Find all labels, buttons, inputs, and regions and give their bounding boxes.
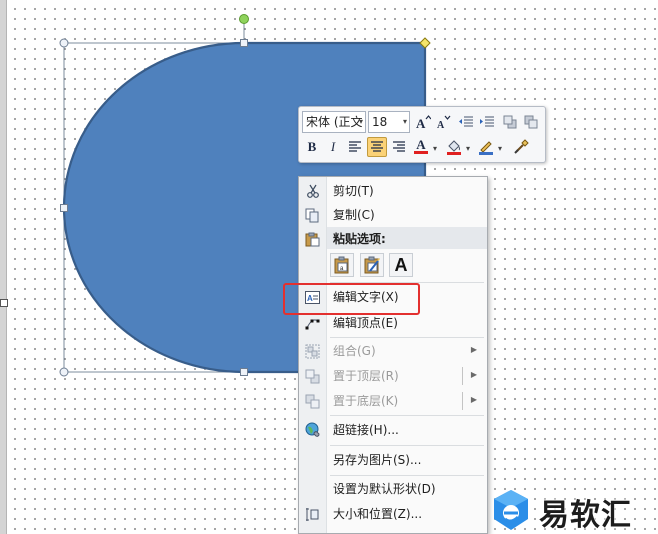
shrink-font-icon: A	[437, 115, 451, 130]
rotation-handle	[239, 14, 249, 24]
font-size-value: 18	[372, 115, 388, 129]
font-name-value: 宋体 (正文	[306, 115, 363, 129]
font-name-select[interactable]: 宋体 (正文 ▾	[302, 111, 366, 133]
menu-item-paste-options: 粘贴选项:	[299, 227, 487, 251]
paste-keep-text-only-button[interactable]: A	[389, 253, 413, 277]
menu-item-label: 置于顶层(R)	[333, 369, 399, 383]
menu-item-label: 另存为图片(S)...	[333, 453, 422, 467]
bring-forward-button[interactable]	[500, 112, 520, 132]
menu-item-copy[interactable]: 复制(C)	[299, 203, 487, 227]
submenu-divider	[462, 392, 463, 410]
italic-button[interactable]: I	[323, 137, 343, 157]
mini-toolbar: 宋体 (正文 ▾ 18 ▾ A A B I A ▾ ▾ ▾	[298, 106, 546, 163]
menu-item-label: 编辑顶点(E)	[333, 316, 398, 330]
menu-item-bring-to-front[interactable]: 置于顶层(R) ▶	[299, 364, 487, 388]
menu-item-partial[interactable]	[299, 527, 487, 533]
chevron-down-icon: ▾	[402, 117, 407, 126]
align-right-button[interactable]	[389, 137, 409, 157]
edit-points-icon	[304, 315, 321, 331]
paste-keep-source-formatting-button[interactable]	[360, 253, 384, 277]
context-menu: 剪切(T) 复制(C) 粘贴选项: a A A 编辑文字(X) 编辑顶点(E)	[298, 176, 488, 534]
align-right-icon	[393, 141, 405, 152]
submenu-arrow-icon: ▶	[470, 345, 477, 354]
paste-options-label: 粘贴选项:	[333, 232, 386, 246]
chevron-down-icon[interactable]: ▾	[466, 144, 470, 153]
menu-separator	[330, 445, 484, 446]
resize-handle-left	[60, 204, 68, 212]
bring-to-front-icon	[304, 368, 321, 384]
format-painter-icon	[514, 139, 529, 154]
send-backward-button[interactable]	[521, 112, 541, 132]
increase-indent-icon	[480, 116, 494, 127]
fill-color-button[interactable]	[444, 137, 464, 157]
bold-button[interactable]: B	[302, 137, 322, 157]
send-to-back-icon	[304, 393, 321, 409]
increase-indent-button[interactable]	[477, 112, 497, 132]
decrease-indent-icon	[459, 116, 473, 127]
resize-handle-bottom-left	[59, 367, 69, 377]
watermark: 易软汇	[489, 486, 658, 534]
svg-text:A: A	[416, 116, 426, 130]
chevron-down-icon[interactable]: ▾	[433, 144, 437, 153]
decrease-indent-button[interactable]	[456, 112, 476, 132]
paint-bucket-icon	[447, 140, 461, 155]
menu-item-cut[interactable]: 剪切(T)	[299, 179, 487, 203]
font-color-button[interactable]: A	[411, 136, 431, 156]
menu-item-hyperlink[interactable]: 超链接(H)...	[299, 418, 487, 442]
clipboard-icon	[304, 231, 321, 247]
paste-use-destination-theme-button[interactable]: a	[330, 253, 354, 277]
menu-item-label: 置于底层(K)	[333, 394, 399, 408]
align-left-icon	[349, 141, 361, 152]
grow-font-button[interactable]: A	[413, 112, 433, 132]
align-center-button[interactable]	[367, 137, 387, 157]
menu-separator	[330, 415, 484, 416]
menu-item-send-to-back[interactable]: 置于底层(K) ▶	[299, 389, 487, 413]
align-left-button[interactable]	[345, 137, 365, 157]
menu-item-size-position[interactable]: 大小和位置(Z)...	[299, 502, 487, 526]
resize-handle-bottom	[240, 368, 248, 376]
grow-font-icon: A	[416, 115, 431, 130]
watermark-logo-icon	[494, 490, 528, 530]
submenu-divider	[462, 367, 463, 385]
submenu-arrow-icon: ▶	[470, 370, 477, 379]
menu-item-save-as-picture[interactable]: 另存为图片(S)...	[299, 448, 487, 472]
paste-source-format-icon	[364, 256, 380, 274]
resize-handle-top	[240, 39, 248, 47]
menu-item-label: 设置为默认形状(D)	[333, 482, 436, 496]
menu-item-label: 复制(C)	[333, 208, 375, 222]
scissors-icon	[304, 183, 321, 199]
menu-separator	[330, 337, 484, 338]
size-position-icon	[304, 506, 321, 522]
menu-item-label: 组合(G)	[333, 344, 376, 358]
pen-icon	[479, 141, 493, 155]
bring-forward-icon	[503, 115, 517, 129]
line-color-button[interactable]	[476, 137, 496, 157]
send-backward-icon	[524, 115, 538, 129]
svg-text:A: A	[437, 120, 445, 130]
format-painter-button[interactable]	[511, 137, 531, 157]
align-center-icon	[371, 141, 383, 152]
chevron-down-icon[interactable]: ▾	[498, 144, 502, 153]
menu-separator	[330, 475, 484, 476]
font-size-select[interactable]: 18 ▾	[368, 111, 410, 133]
shrink-font-button[interactable]: A	[433, 112, 453, 132]
hyperlink-globe-icon	[304, 422, 321, 438]
submenu-arrow-icon: ▶	[470, 395, 477, 404]
copy-icon	[304, 207, 321, 223]
paste-destination-icon: a	[334, 256, 349, 274]
font-color-swatch	[414, 151, 428, 154]
menu-item-set-default-shape[interactable]: 设置为默认形状(D)	[299, 477, 487, 501]
group-icon	[304, 343, 321, 359]
menu-item-label: 大小和位置(Z)...	[333, 507, 423, 521]
menu-item-label: 超链接(H)...	[333, 423, 399, 437]
menu-item-label: 剪切(T)	[333, 184, 374, 198]
highlight-annotation	[283, 283, 420, 315]
font-color-glyph: A	[416, 137, 426, 152]
watermark-text: 易软汇	[539, 498, 632, 533]
menu-item-group[interactable]: 组合(G) ▶	[299, 339, 487, 363]
chevron-down-icon: ▾	[358, 117, 363, 126]
resize-handle-top-left	[59, 38, 69, 48]
